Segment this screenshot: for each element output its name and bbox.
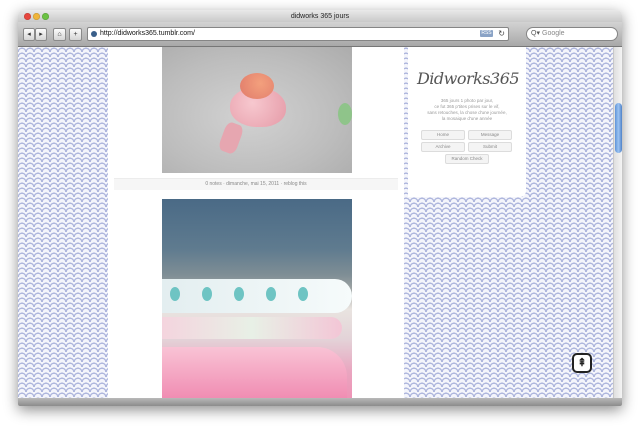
post-photo-bird[interactable] xyxy=(162,47,352,173)
back-to-top-button[interactable]: ⇞ xyxy=(572,353,592,373)
plus-icon: + xyxy=(73,31,78,38)
post-meta[interactable]: 0 notes · dimanche, mai 15, 2011 · reblo… xyxy=(114,178,398,190)
address-bar[interactable]: http://didworks365.tumblr.com/ RSS ↻ xyxy=(87,27,509,41)
blog-logo[interactable]: Didworks365 xyxy=(416,69,520,88)
fabric-pink xyxy=(162,347,347,398)
browser-window: didworks 365 jours ◂ ▸ ⌂ + http://didwor… xyxy=(18,10,622,406)
page-content: 0 notes · dimanche, mai 15, 2011 · reblo… xyxy=(18,47,622,398)
reload-icon[interactable]: ↻ xyxy=(498,28,505,39)
forward-arrow-icon: ▸ xyxy=(39,31,43,38)
description-line: la mosaique d'une année xyxy=(441,116,493,121)
nav-random-button[interactable]: Random Check xyxy=(445,154,489,164)
blog-description: 365 jours 1 photo par jour, ce fut 365 p… xyxy=(418,98,516,122)
close-window-button[interactable] xyxy=(24,13,31,20)
search-field[interactable]: Q▾ Google xyxy=(526,27,618,41)
home-button[interactable]: ⌂ xyxy=(53,28,66,41)
url-text[interactable]: http://didworks365.tumblr.com/ xyxy=(100,29,195,39)
nav-submit-button[interactable]: Submit xyxy=(468,142,512,152)
minimize-window-button[interactable] xyxy=(33,13,40,20)
post-photo-fabrics[interactable] xyxy=(162,199,352,398)
rss-icon[interactable]: RSS xyxy=(480,30,493,37)
search-placeholder: Google xyxy=(542,30,565,37)
zoom-window-button[interactable] xyxy=(42,13,49,20)
add-bookmark-button[interactable]: + xyxy=(69,28,82,41)
fabric-floral xyxy=(162,317,342,339)
title-bar: didworks 365 jours xyxy=(18,10,622,22)
forward-button[interactable]: ▸ xyxy=(35,28,47,41)
leaf-decoration xyxy=(338,103,352,125)
bird-tail xyxy=(217,120,245,156)
window-title: didworks 365 jours xyxy=(290,13,350,20)
nav-message-button[interactable]: Message xyxy=(468,130,512,140)
back-button[interactable]: ◂ xyxy=(23,28,35,41)
nav-archive-button[interactable]: Archive xyxy=(421,142,465,152)
browser-toolbar: ◂ ▸ ⌂ + http://didworks365.tumblr.com/ R… xyxy=(18,22,622,47)
blog-sidebar: Didworks365 365 jours 1 photo par jour, … xyxy=(408,47,526,197)
home-icon: ⌂ xyxy=(57,31,62,38)
scrollbar-thumb[interactable] xyxy=(615,103,622,153)
back-arrow-icon: ◂ xyxy=(27,31,31,38)
posts-column: 0 notes · dimanche, mai 15, 2011 · reblo… xyxy=(108,47,404,398)
search-icon[interactable]: Q▾ xyxy=(531,28,540,40)
bird-head xyxy=(240,73,274,99)
nav-home-button[interactable]: Home xyxy=(421,130,465,140)
favicon-icon xyxy=(91,31,97,37)
fabric-teal-dots xyxy=(162,279,352,313)
vertical-scrollbar[interactable] xyxy=(613,47,622,398)
arrow-up-icon: ⇞ xyxy=(577,357,587,369)
window-bottom-bar xyxy=(18,398,622,406)
